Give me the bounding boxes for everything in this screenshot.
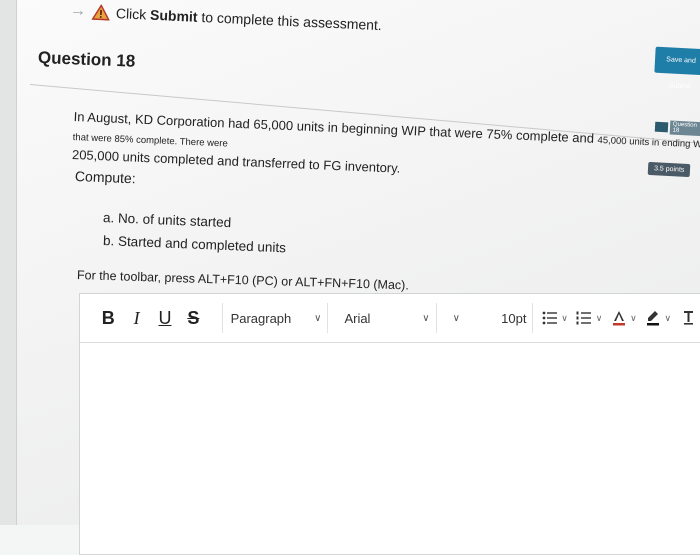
warning-icon bbox=[91, 4, 111, 21]
underline-button[interactable]: U bbox=[151, 308, 179, 329]
chevron-down-icon[interactable]: ∨ bbox=[596, 313, 603, 324]
question-prompt: In August, KD Corporation had 65,000 uni… bbox=[72, 108, 700, 190]
font-size-select[interactable]: ∨ 10pt bbox=[445, 303, 534, 333]
toolbar-hint: For the toolbar, press ALT+F10 (PC) or A… bbox=[76, 268, 410, 293]
answer-editor: B I U S Paragraph ∨ Arial ∨ ∨ 10pt ∨ ∨ ∨… bbox=[79, 293, 700, 555]
submit-link[interactable]: Submit bbox=[150, 7, 198, 25]
submit-notice: → Click Submit to complete this assessme… bbox=[70, 2, 383, 34]
highlight-icon[interactable] bbox=[643, 307, 664, 329]
bullet-list-icon[interactable] bbox=[539, 307, 560, 329]
italic-button[interactable]: I bbox=[122, 308, 150, 329]
bold-button[interactable]: B bbox=[94, 308, 122, 329]
compute-item-a: a. No. of units started bbox=[102, 210, 232, 231]
chevron-down-icon[interactable]: ∨ bbox=[665, 313, 672, 324]
chevron-down-icon: ∨ bbox=[314, 312, 322, 324]
editor-toolbar: B I U S Paragraph ∨ Arial ∨ ∨ 10pt ∨ ∨ ∨… bbox=[80, 294, 700, 343]
compute-label: Compute: bbox=[74, 168, 136, 187]
question-overview-icon bbox=[654, 121, 668, 133]
paragraph-select[interactable]: Paragraph ∨ bbox=[221, 303, 329, 333]
clear-format-icon[interactable] bbox=[677, 307, 698, 329]
question-title: Question 18 bbox=[37, 48, 136, 71]
chevron-down-icon[interactable]: ∨ bbox=[630, 313, 637, 324]
save-and-submit-button[interactable]: Save and Submit bbox=[654, 46, 700, 91]
left-rail bbox=[0, 0, 17, 525]
chevron-down-icon: ∨ bbox=[422, 312, 430, 324]
assessment-page: → Click Submit to complete this assessme… bbox=[0, 0, 700, 555]
numbered-list-icon[interactable] bbox=[574, 307, 595, 329]
chevron-down-icon[interactable]: ∨ bbox=[561, 313, 568, 324]
notice-text: Click Submit to complete this assessment… bbox=[115, 5, 383, 34]
chevron-down-icon: ∨ bbox=[452, 312, 460, 324]
strikethrough-button[interactable]: S bbox=[179, 308, 207, 329]
editor-content-area[interactable] bbox=[80, 343, 700, 554]
text-color-icon[interactable] bbox=[608, 307, 629, 329]
compute-item-b: b. Started and completed units bbox=[102, 233, 287, 256]
font-family-select[interactable]: Arial ∨ bbox=[336, 303, 437, 333]
arrow-icon: → bbox=[69, 2, 87, 20]
